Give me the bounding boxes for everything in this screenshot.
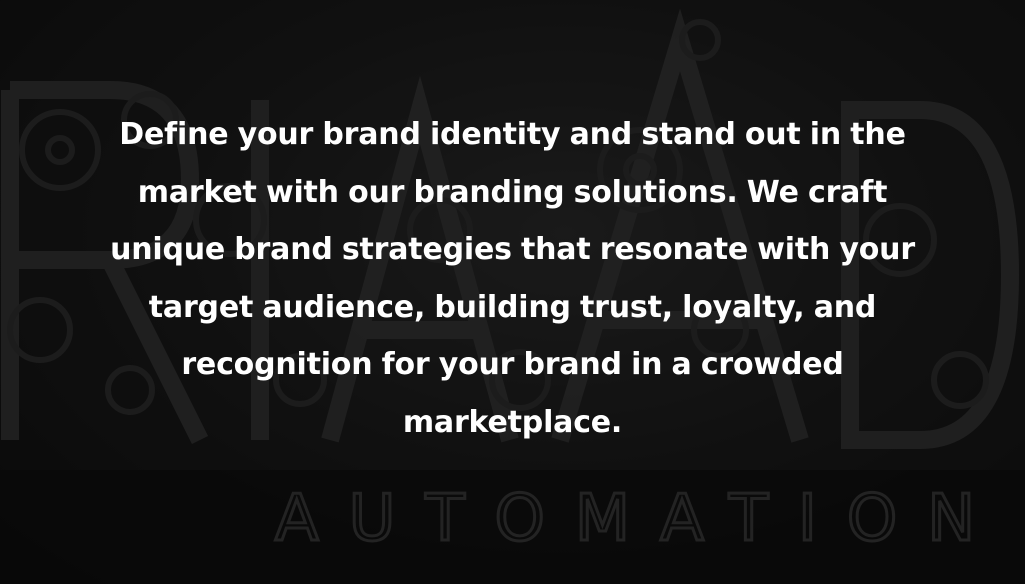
brand-description: Define your brand identity and stand out…: [110, 117, 915, 440]
hero-section: AUTOMATION Define your brand identity an…: [0, 0, 1025, 584]
